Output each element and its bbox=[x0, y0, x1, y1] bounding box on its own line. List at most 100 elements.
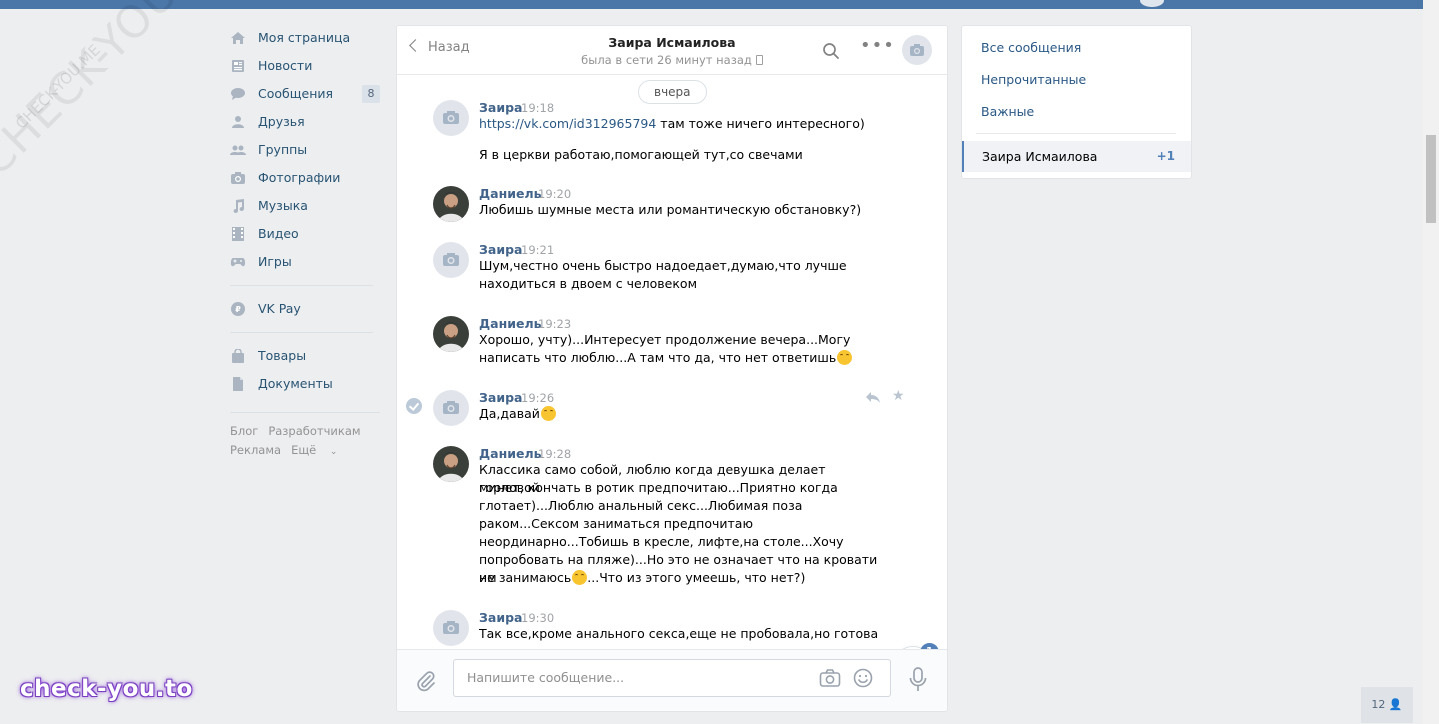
page-scrollbar[interactable] bbox=[1423, 0, 1439, 724]
mobile-icon bbox=[755, 55, 763, 65]
message-time[interactable]: 19:18 bbox=[521, 101, 554, 115]
message-author[interactable]: Заира bbox=[479, 242, 522, 257]
nav-item-goods[interactable]: Товары bbox=[230, 342, 380, 370]
nav-label: Группы bbox=[258, 142, 308, 157]
filter-unread[interactable]: Непрочитанные bbox=[981, 72, 1086, 87]
avatar[interactable] bbox=[433, 610, 469, 646]
select-check-icon[interactable] bbox=[406, 398, 422, 414]
smirk-emoji-icon bbox=[837, 350, 853, 365]
message-author[interactable]: Даниель bbox=[479, 316, 542, 331]
active-conversation-item[interactable]: Заира Исмаилова +1 bbox=[962, 141, 1191, 172]
vkpay-icon: ₽ bbox=[230, 302, 246, 316]
user-avatar[interactable] bbox=[1140, 0, 1164, 7]
scrollbar-thumb[interactable] bbox=[1426, 135, 1436, 223]
message-time[interactable]: 19:30 bbox=[521, 611, 554, 625]
avatar[interactable] bbox=[433, 186, 469, 222]
nav-item-video[interactable]: Видео bbox=[230, 220, 380, 248]
nav-item-friends[interactable]: Друзья bbox=[230, 108, 380, 136]
shopping-bag-icon bbox=[230, 349, 246, 363]
nav-item-photos[interactable]: Фотографии bbox=[230, 164, 380, 192]
message-text-part: Да,давай bbox=[479, 406, 540, 421]
chat-panel: Назад Заира Исмаилова была в сети 26 мин… bbox=[396, 25, 948, 712]
nav-item-vkpay[interactable]: ₽ VK Pay bbox=[230, 295, 380, 323]
brand-watermark: check-you.to bbox=[20, 676, 193, 702]
nav-item-my-page[interactable]: Моя страница bbox=[230, 24, 380, 52]
message-time[interactable]: 19:28 bbox=[538, 447, 571, 461]
footer-link-devs[interactable]: Разработчикам bbox=[268, 424, 360, 438]
footer-link-ads[interactable]: Реклама bbox=[230, 443, 281, 457]
message-text: Хорошо, учту)...Интересует продолжение в… bbox=[479, 332, 851, 347]
nav-footer: Блог Разработчикам Реклама Ещё ⌄ bbox=[230, 422, 380, 462]
message-author[interactable]: Заира bbox=[479, 610, 522, 625]
date-divider: вчера bbox=[638, 80, 707, 104]
message-history[interactable]: вчера Заира 19:18 https://vk.com/id31296… bbox=[397, 75, 947, 649]
document-icon bbox=[230, 377, 246, 391]
message-text: Любишь шумные места или романтическую об… bbox=[479, 202, 862, 217]
message-text: Так все,кроме анального секса,еще не про… bbox=[479, 626, 879, 641]
avatar[interactable] bbox=[433, 242, 469, 278]
search-icon[interactable] bbox=[822, 42, 840, 63]
avatar[interactable] bbox=[433, 316, 469, 352]
panel-divider bbox=[976, 133, 1176, 134]
message-time[interactable]: 19:23 bbox=[538, 317, 571, 331]
nav-divider bbox=[230, 285, 373, 286]
message-filters-panel: Все сообщения Непрочитанные Важные Заира… bbox=[961, 25, 1192, 179]
user-icon: 👤 bbox=[1388, 698, 1403, 711]
nav-label: Сообщения bbox=[258, 86, 334, 101]
message-text: раком...Сексом заниматься предпочитаю bbox=[479, 516, 753, 531]
nav-label: Товары bbox=[258, 348, 307, 363]
nav-item-games[interactable]: Игры bbox=[230, 248, 380, 276]
smile-emoji-icon bbox=[572, 570, 588, 585]
camera-icon[interactable] bbox=[819, 668, 841, 691]
message-input-placeholder: Напишите сообщение... bbox=[467, 670, 625, 685]
nav-item-groups[interactable]: Группы bbox=[230, 136, 380, 164]
active-conversation-name: Заира Исмаилова bbox=[982, 149, 1098, 164]
message-input[interactable]: Напишите сообщение... bbox=[453, 659, 891, 697]
emoji-icon[interactable] bbox=[853, 668, 873, 691]
avatar[interactable] bbox=[433, 100, 469, 136]
message-author[interactable]: Даниель bbox=[479, 186, 542, 201]
message-time[interactable]: 19:26 bbox=[521, 391, 554, 405]
filter-all-messages[interactable]: Все сообщения bbox=[981, 40, 1081, 55]
reply-icon[interactable] bbox=[865, 391, 881, 407]
star-icon[interactable]: ★ bbox=[892, 388, 905, 404]
music-icon bbox=[230, 199, 246, 213]
message-text-part: написать что люблю...А там что да, что н… bbox=[479, 350, 837, 365]
avatar[interactable] bbox=[433, 390, 469, 426]
message-text: находиться в двоем с человеком bbox=[479, 276, 697, 291]
nav-label: Документы bbox=[258, 376, 333, 391]
nav-item-docs[interactable]: Документы bbox=[230, 370, 380, 398]
news-icon bbox=[230, 59, 246, 73]
messages-icon bbox=[230, 87, 246, 101]
message-text: минет, кончать в ротик предпочитаю...При… bbox=[479, 480, 838, 495]
online-friends-counter[interactable]: 12 👤 bbox=[1361, 687, 1413, 723]
message-text: Я в церкви работаю,помогающей тут,со све… bbox=[479, 147, 803, 162]
message-time[interactable]: 19:20 bbox=[538, 187, 571, 201]
friends-icon bbox=[230, 115, 246, 129]
message-author[interactable]: Заира bbox=[479, 100, 522, 115]
footer-link-more[interactable]: Ещё ⌄ bbox=[291, 443, 347, 457]
attach-icon[interactable] bbox=[416, 670, 436, 695]
nav-divider bbox=[230, 332, 373, 333]
message-text: https://vk.com/id312965794 там тоже ниче… bbox=[479, 115, 879, 133]
home-icon bbox=[230, 31, 246, 45]
compose-bar: Напишите сообщение... bbox=[397, 649, 947, 711]
more-icon[interactable]: ••• bbox=[860, 37, 895, 55]
smile-emoji-icon bbox=[540, 406, 556, 421]
nav-item-news[interactable]: Новости bbox=[230, 52, 380, 80]
avatar[interactable] bbox=[433, 446, 469, 482]
message-text: глотает)...Люблю анальный секс...Любимая… bbox=[479, 498, 803, 513]
message-text: Шум,честно очень быстро надоедает,думаю,… bbox=[479, 258, 847, 273]
microphone-icon[interactable] bbox=[908, 667, 928, 696]
top-bar bbox=[0, 0, 1423, 9]
footer-link-blog[interactable]: Блог bbox=[230, 424, 258, 438]
message-time[interactable]: 19:21 bbox=[521, 243, 554, 257]
message-link[interactable]: https://vk.com/id312965794 bbox=[479, 116, 656, 131]
message-author[interactable]: Даниель bbox=[479, 446, 542, 461]
filter-important[interactable]: Важные bbox=[981, 104, 1034, 119]
nav-item-music[interactable]: Музыка bbox=[230, 192, 380, 220]
peer-avatar[interactable] bbox=[902, 35, 932, 65]
nav-label: Моя страница bbox=[258, 30, 351, 45]
message-author[interactable]: Заира bbox=[479, 390, 522, 405]
nav-item-messages[interactable]: Сообщения 8 bbox=[230, 80, 380, 108]
